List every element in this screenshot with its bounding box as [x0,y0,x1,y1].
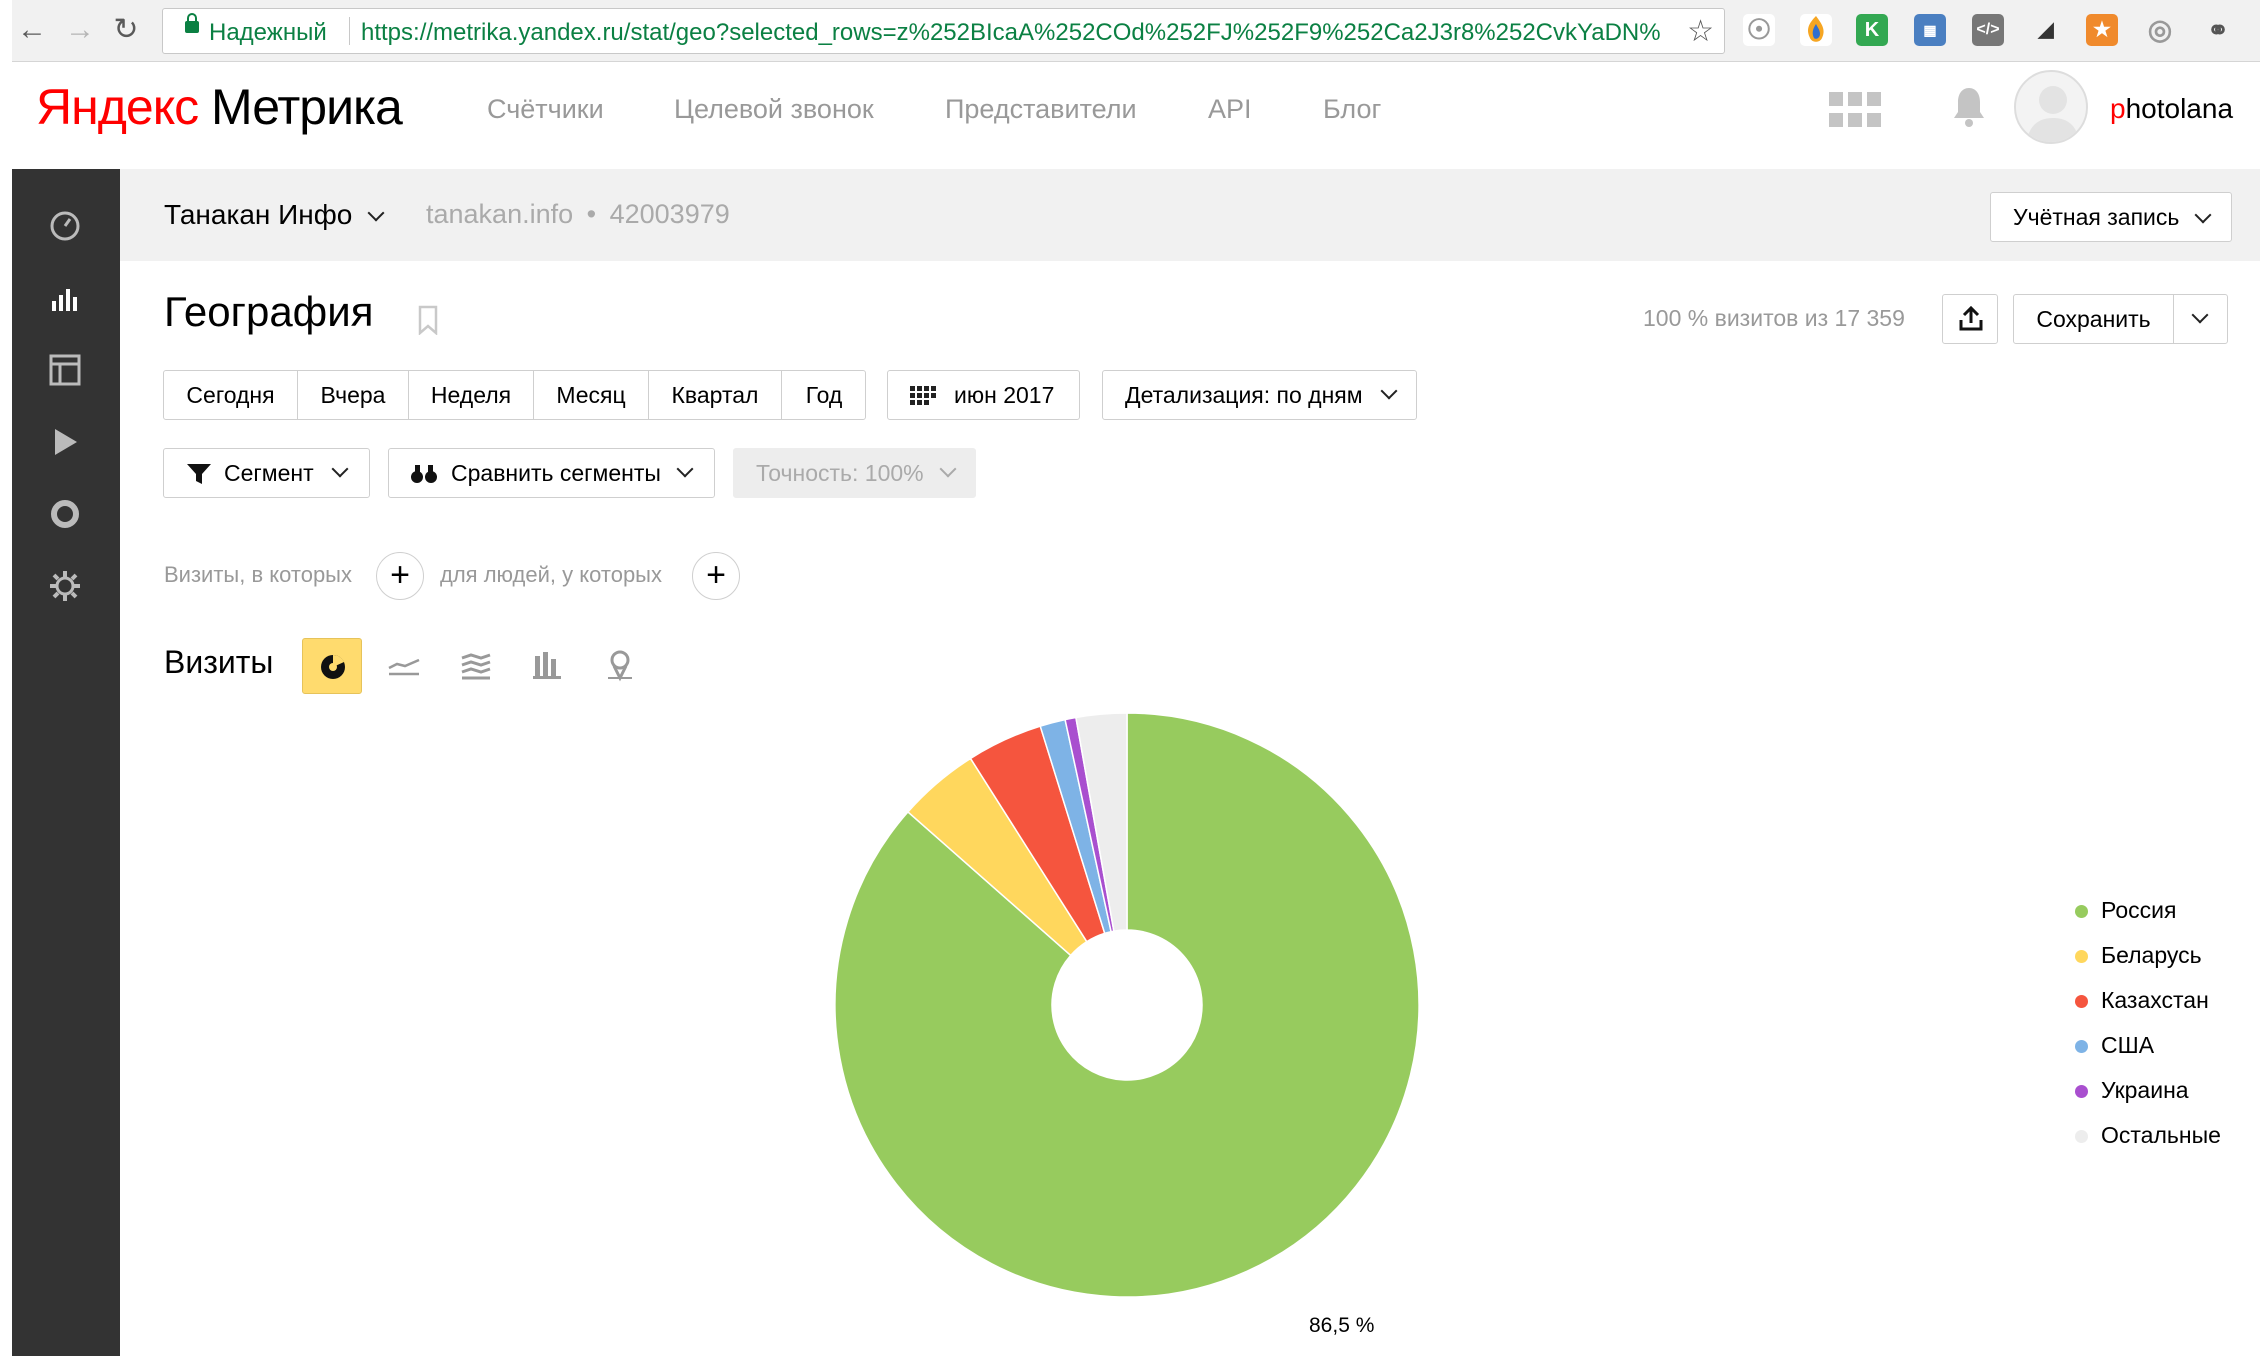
legend-label: Беларусь [2101,942,2202,968]
legend-dot [2075,905,2088,918]
legend-label: Россия [2101,897,2177,923]
app-frame: ← → ↻ Надежный https://metrika.yandex.ru… [12,0,2260,1356]
legend-label: Остальные [2101,1122,2221,1148]
legend-dot [2075,1040,2088,1053]
legend-dot [2075,950,2088,963]
geography-pie-chart [834,712,1420,1298]
legend-label: Казахстан [2101,987,2209,1013]
legend-dot [2075,995,2088,1008]
legend-dot [2075,1085,2088,1098]
legend-label: США [2101,1032,2155,1058]
pie-data-label: 86,5 % [1309,1314,1375,1337]
legend-dot [2075,1130,2088,1143]
legend-label: Украина [2101,1077,2189,1103]
